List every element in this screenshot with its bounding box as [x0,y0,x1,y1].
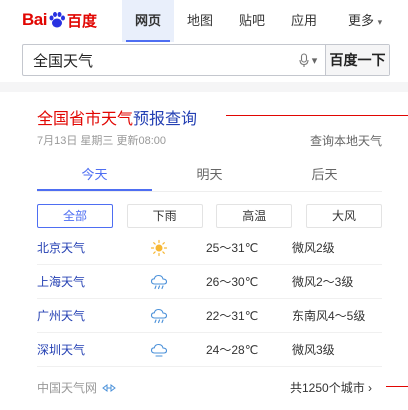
day-tabs: 今天 明天 后天 [37,160,382,192]
wind: 微风2级 [292,241,335,255]
update-info: 7月13日 星期三 更新08:00 [37,135,166,147]
filter-hot[interactable]: 高温 [216,204,293,228]
nav-web[interactable]: 网页 [122,0,174,42]
cloud-rain-icon [150,308,168,323]
city-link[interactable]: 上海天气 [37,273,150,290]
weather-list: 北京天气 25～31℃ 微风2级 上海天气 26～30℃ 微风2～3级 广州天气… [37,231,382,367]
sun-icon [150,239,168,256]
source-link[interactable]: 中国天气网 [37,379,116,396]
search-box: ▾ 百度一下 [22,44,390,76]
temperature: 24～28℃ [206,343,259,357]
weather-row-shenzhen: 深圳天气 24～28℃ 微风3级 [37,333,382,367]
search-button[interactable]: 百度一下 [325,45,389,75]
logo-text-baidu: 百度 [66,12,97,30]
cloud-rain-icon [150,274,168,289]
mic-chevron-icon: ▾ [311,54,318,67]
nav-more-label: 更多 [348,13,375,28]
card-title-part2: 预报查询 [133,111,198,128]
nav-more[interactable]: 更多 ▾ [348,0,382,42]
paw-icon [49,12,65,28]
tab-today[interactable]: 今天 [37,160,152,191]
cloud-icon [150,343,168,357]
weather-row-shanghai: 上海天气 26～30℃ 微风2～3级 [37,265,382,299]
footer-accent-line [386,386,408,387]
nav-apps[interactable]: 应用 [278,0,330,42]
filter-bar: 全部 下雨 高温 大风 [37,204,382,228]
microphone-icon [299,52,309,67]
card-title[interactable]: 全国省市天气预报查询 [37,105,197,129]
local-weather-link[interactable]: 查询本地天气 [310,132,382,149]
voice-search-button[interactable]: ▾ [291,45,325,75]
link-icon [102,383,116,392]
tab-day-after[interactable]: 后天 [267,160,382,191]
filter-rain[interactable]: 下雨 [126,204,203,228]
top-bar: Bai 百度 网页 地图 贴吧 应用 更多 ▾ [0,0,408,42]
logo-text-bai: Bai [22,10,47,29]
temperature: 26～30℃ [206,275,259,289]
baidu-logo[interactable]: Bai 百度 [22,9,97,31]
divider-band [0,82,408,92]
card-title-part1: 全国省市天气 [37,111,134,128]
chevron-down-icon: ▾ [377,17,383,27]
city-link[interactable]: 北京天气 [37,239,150,256]
filter-wind[interactable]: 大风 [305,204,382,228]
weather-row-guangzhou: 广州天气 22～31℃ 东南风4～5级 [37,299,382,333]
filter-all[interactable]: 全部 [37,204,113,228]
wind: 微风2～3级 [292,275,354,289]
nav-map[interactable]: 地图 [174,0,226,42]
search-input[interactable] [23,45,291,75]
city-link[interactable]: 深圳天气 [37,341,150,358]
weather-row-beijing: 北京天气 25～31℃ 微风2级 [37,231,382,265]
source-label: 中国天气网 [37,381,98,395]
tab-tomorrow[interactable]: 明天 [152,160,267,191]
title-accent-line [226,115,408,116]
temperature: 25～31℃ [206,241,259,255]
top-nav: 网页 地图 贴吧 应用 [122,0,330,42]
nav-tieba[interactable]: 贴吧 [226,0,278,42]
temperature: 22～31℃ [206,309,259,323]
all-cities-link[interactable]: 共1250个城市 › [290,379,372,396]
city-link[interactable]: 广州天气 [37,307,150,324]
wind: 微风3级 [292,343,335,357]
wind: 东南风4～5级 [292,309,366,323]
